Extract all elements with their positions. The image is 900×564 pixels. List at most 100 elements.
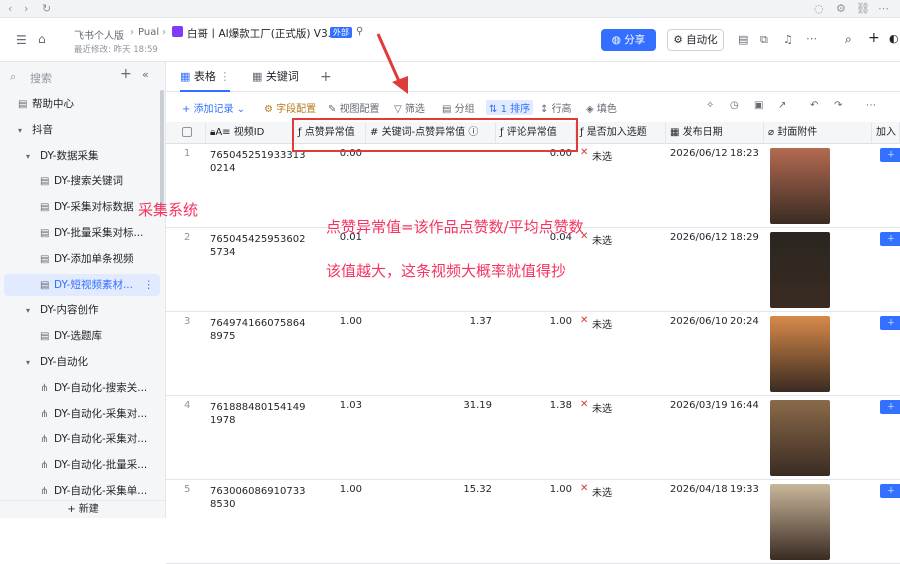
keyword-anomaly-cell[interactable]: 1.37 xyxy=(366,316,492,327)
video-id-cell-cont[interactable]: 5734 xyxy=(210,247,235,258)
filter-button[interactable]: ▽ 筛选 xyxy=(394,100,425,115)
publish-date-cell[interactable]: 2026/06/12 xyxy=(670,148,728,159)
share-view-icon[interactable]: ↗ xyxy=(778,100,786,111)
like-anomaly-cell[interactable]: 1.00 xyxy=(294,316,362,327)
video-id-cell[interactable]: 765045425953602 xyxy=(210,234,305,245)
view-config-button[interactable]: ✎ 视图配置 xyxy=(328,100,380,115)
undo-icon[interactable]: ↶ xyxy=(810,100,818,111)
breadcrumb-user[interactable]: Pual xyxy=(138,27,159,38)
cover-thumbnail[interactable] xyxy=(770,316,830,392)
sidebar-search-input[interactable]: 搜索 xyxy=(30,70,52,86)
chat-icon[interactable]: ◌ xyxy=(814,2,824,15)
video-id-cell-cont[interactable]: 8975 xyxy=(210,331,235,342)
sidebar-item[interactable]: ▤ DY-采集对标数据 xyxy=(0,196,156,218)
col-cover[interactable]: ⌀ 封面附件 xyxy=(764,122,872,144)
publish-date-cell[interactable]: 2026/04/18 xyxy=(670,484,728,495)
back-icon[interactable]: ‹ xyxy=(8,2,12,15)
table-row[interactable]: 4 761888480154149 1978 1.03 31.19 1.38 未选 2026/… xyxy=(166,396,900,480)
link-icon[interactable]: ⛓ xyxy=(856,2,870,15)
sidebar-item[interactable]: ⋔ DY-自动化-批量采... xyxy=(0,454,156,476)
tab-keyword[interactable]: ▦ 关键词 xyxy=(252,62,299,92)
home-icon[interactable]: ⌂ xyxy=(38,32,46,46)
video-id-cell[interactable]: 763006086910733 xyxy=(210,486,305,497)
publish-date-cell[interactable]: 2026/06/12 xyxy=(670,232,728,243)
publish-time-cell[interactable]: 19:33 xyxy=(730,484,759,495)
comment-anomaly-cell[interactable]: 1.38 xyxy=(496,400,572,411)
breadcrumb-space[interactable]: 飞书个人版 xyxy=(74,27,124,42)
topic-status-cell[interactable]: 未选 xyxy=(592,400,612,415)
like-anomaly-cell[interactable]: 1.03 xyxy=(294,400,362,411)
col-add[interactable]: 加入 xyxy=(872,122,900,144)
ai-icon[interactable]: ✧ xyxy=(706,100,714,111)
sidebar-item[interactable]: ▤ DY-搜索关键词 xyxy=(0,170,156,192)
cover-thumbnail[interactable] xyxy=(770,232,830,308)
col-video-id[interactable]: 🔒︎A≡ 视频ID xyxy=(206,122,294,144)
publish-time-cell[interactable]: 20:24 xyxy=(730,316,759,327)
sidebar-item[interactable]: ▤ 帮助中心 xyxy=(0,93,156,115)
form-icon[interactable]: ▣ xyxy=(754,100,763,111)
add-record-button[interactable]: + 添加记录 ⌄ xyxy=(182,100,245,115)
sidebar-item[interactable]: ▤ DY-批量采集对标... xyxy=(0,222,156,244)
avatar[interactable]: ◐ xyxy=(889,32,899,45)
share-button[interactable]: ◍ 分享 xyxy=(601,29,656,51)
table-row[interactable]: 3 764974166075864 8975 1.00 1.37 1.00 未选 2026/0… xyxy=(166,312,900,396)
doc-icon[interactable]: ▤ xyxy=(738,33,748,46)
redo-icon[interactable]: ↷ xyxy=(834,100,842,111)
forward-icon[interactable]: › xyxy=(24,2,28,15)
more-icon[interactable]: ⋯ xyxy=(878,2,889,15)
chevron-down-icon[interactable]: ▾ xyxy=(26,146,40,168)
topic-status-cell[interactable]: 未选 xyxy=(592,316,612,331)
sidebar-item[interactable]: ▾ DY-自动化 xyxy=(0,351,156,373)
add-topic-button[interactable]: ＋ xyxy=(880,232,900,246)
col-publish-date[interactable]: ▦ 发布日期 xyxy=(666,122,764,144)
sidebar-item[interactable]: ▤ DY-选题库 xyxy=(0,325,156,347)
row-number[interactable]: 2 xyxy=(184,232,190,243)
group-button[interactable]: ▤ 分组 xyxy=(442,100,475,115)
cover-thumbnail[interactable] xyxy=(770,148,830,224)
fill-color-button[interactable]: ◈ 填色 xyxy=(586,100,617,115)
video-id-cell[interactable]: 761888480154149 xyxy=(210,402,305,413)
publish-time-cell[interactable]: 18:23 xyxy=(730,148,759,159)
add-topic-button[interactable]: ＋ xyxy=(880,400,900,414)
comment-anomaly-cell[interactable]: 1.00 xyxy=(496,484,572,495)
sidebar-item[interactable]: ⋔ DY-自动化-采集单... xyxy=(0,480,156,502)
add-view-button[interactable]: + xyxy=(320,62,332,92)
sidebar-item[interactable]: ▾ DY-数据采集 xyxy=(0,145,156,167)
sidebar-toggle-icon[interactable]: ☰ xyxy=(16,33,27,47)
select-all-checkbox[interactable] xyxy=(166,122,206,144)
topic-status-cell[interactable]: 未选 xyxy=(592,232,612,247)
add-icon[interactable]: + xyxy=(868,30,880,46)
sidebar-item[interactable]: ⋔ DY-自动化-搜索关... xyxy=(0,377,156,399)
collapse-icon[interactable]: « xyxy=(142,68,149,81)
publish-time-cell[interactable]: 16:44 xyxy=(730,400,759,411)
chevron-down-icon[interactable]: ▾ xyxy=(26,300,40,322)
tab-table[interactable]: ▦ 表格 ⋮ xyxy=(180,62,231,92)
publish-time-cell[interactable]: 18:29 xyxy=(730,232,759,243)
doc-title[interactable]: 白哥丨AI爆款工厂(正式版) V3.5 xyxy=(187,26,338,41)
sidebar-item[interactable]: ⋔ DY-自动化-采集对... xyxy=(0,428,156,450)
history-icon[interactable]: ◷ xyxy=(730,100,739,111)
like-anomaly-cell[interactable]: 1.00 xyxy=(294,484,362,495)
sidebar-scrollbar[interactable] xyxy=(160,90,164,210)
publish-date-cell[interactable]: 2026/06/10 xyxy=(670,316,728,327)
chevron-down-icon[interactable]: ▾ xyxy=(26,352,40,374)
sidebar-item[interactable]: ⋔ DY-自动化-采集对... xyxy=(0,403,156,425)
comment-anomaly-cell[interactable]: 1.00 xyxy=(496,316,572,327)
reload-icon[interactable]: ↻ xyxy=(42,2,51,15)
new-button[interactable]: + 新建 xyxy=(0,500,166,518)
cover-thumbnail[interactable] xyxy=(770,400,830,476)
search-icon[interactable]: ⌕ xyxy=(845,32,852,47)
sort-button[interactable]: ⇅ 1 排序 xyxy=(486,100,534,115)
video-id-cell-cont[interactable]: 8530 xyxy=(210,499,235,510)
topic-status-cell[interactable]: 未选 xyxy=(592,484,612,499)
field-config-button[interactable]: ⚙ 字段配置 xyxy=(264,100,316,115)
row-number[interactable]: 5 xyxy=(184,484,190,495)
cover-thumbnail[interactable] xyxy=(770,484,830,560)
video-id-cell-cont[interactable]: 0214 xyxy=(210,163,235,174)
add-topic-button[interactable]: ＋ xyxy=(880,148,900,162)
plugin-icon[interactable]: ⧉ xyxy=(760,33,768,47)
video-id-cell-cont[interactable]: 1978 xyxy=(210,415,235,426)
sidebar-item[interactable]: ▤ DY-短视频素材... ⋮ xyxy=(4,273,160,296)
sidebar-item[interactable]: ▤ DY-添加单条视频 xyxy=(0,248,156,270)
more-options-icon[interactable]: ⋯ xyxy=(806,32,817,45)
